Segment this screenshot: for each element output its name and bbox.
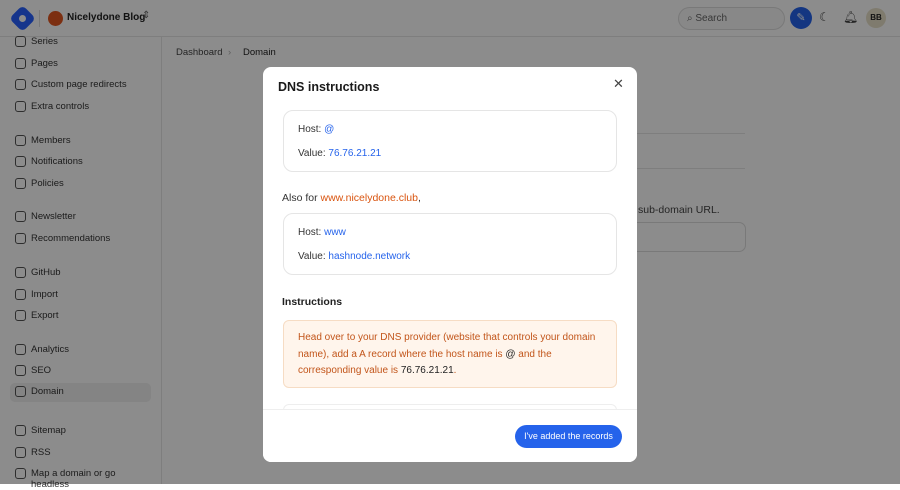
host-label: Host: [298,124,322,135]
dns-record-cname: Host: www Value: hashnode.network [283,213,617,275]
confirm-records-button[interactable]: I've added the records [515,425,622,448]
instr-host: @ [505,348,516,360]
dns-record-a: Host: @ Value: 76.76.21.21 [283,110,617,172]
value-label: Value: [298,251,326,262]
instructions-heading: Instructions [282,296,343,308]
close-icon[interactable]: ✕ [613,76,624,92]
dns-instructions-modal: DNS instructions ✕ Host: @ Value: 76.76.… [263,67,637,462]
also-for-text: Also for www.nicelydone.club, [282,192,421,204]
modal-title: DNS instructions [278,80,380,94]
instr-text: . [453,365,457,376]
host-value[interactable]: www [324,227,346,238]
www-domain: www.nicelydone.club [320,192,418,204]
also-prefix: Also for [282,192,321,204]
host-label: Host: [298,227,322,238]
record-value[interactable]: 76.76.21.21 [328,148,381,159]
host-value[interactable]: @ [324,124,334,135]
record-value[interactable]: hashnode.network [328,251,410,262]
value-label: Value: [298,148,326,159]
also-suffix: , [417,192,421,204]
instr-value: 76.76.21.21 [400,365,454,376]
instructions-callout: Head over to your DNS provider (website … [283,320,617,388]
